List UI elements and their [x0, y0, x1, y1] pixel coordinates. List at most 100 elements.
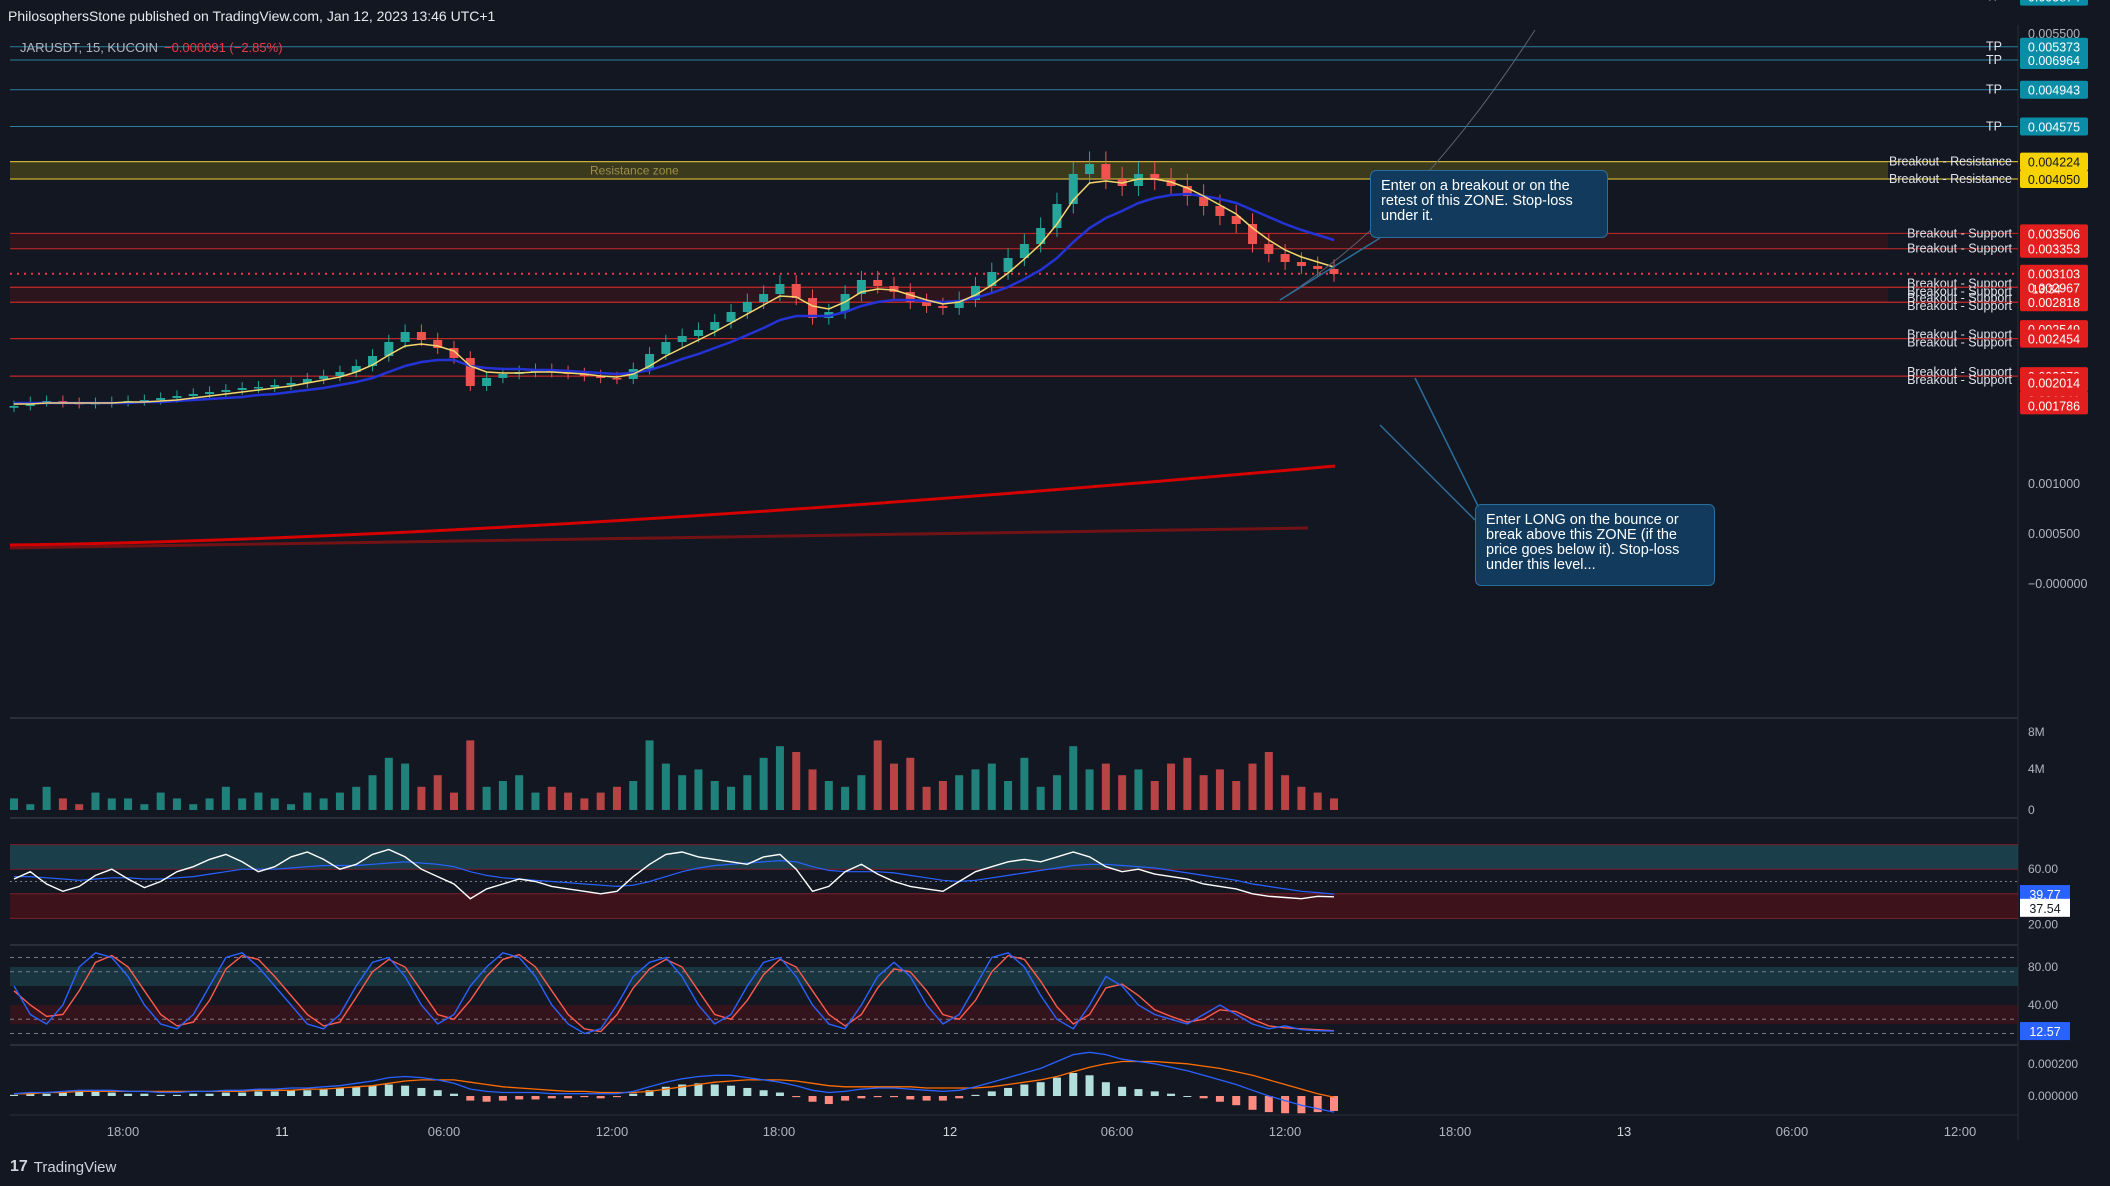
volume-tick-label: 8M — [2028, 725, 2045, 739]
volume-bar — [270, 798, 279, 810]
candle-body — [693, 330, 703, 336]
volume-bar — [515, 775, 524, 810]
volume-bar — [775, 746, 784, 810]
candle-body — [172, 396, 182, 398]
macd-histogram-bar — [91, 1091, 100, 1096]
macd-histogram-bar — [498, 1096, 507, 1101]
macd-histogram-bar — [319, 1089, 328, 1096]
volume-bar — [498, 781, 507, 810]
tradingview-logo[interactable]: 17 TradingView — [10, 1158, 116, 1176]
volume-bar — [1199, 775, 1208, 810]
volume-bar — [466, 740, 475, 810]
brand-name: TradingView — [33, 1158, 117, 1176]
support-zone-fill — [10, 287, 1888, 303]
macd-histogram-bar — [531, 1096, 540, 1100]
macd-histogram-bar — [1118, 1086, 1127, 1096]
macd-histogram-bar — [1036, 1082, 1045, 1096]
volume-bar — [1069, 746, 1078, 810]
symbol-info[interactable]: JARUSDT, 15, KUCOIN −0.000091 (−2.85%) — [20, 40, 283, 55]
macd-histogram-bar — [238, 1092, 247, 1096]
volume-bar — [743, 775, 752, 810]
macd-histogram-bar — [710, 1084, 719, 1096]
tp-price-text: 0.004943 — [2028, 84, 2080, 98]
volume-bar — [1052, 775, 1061, 810]
volume-bar — [938, 781, 947, 810]
stoch-tick-label: 40.00 — [2028, 998, 2058, 1012]
macd-histogram-bar — [955, 1096, 964, 1099]
volume-bar — [1183, 757, 1192, 810]
macd-histogram-bar — [1167, 1093, 1176, 1096]
volume-bar — [1264, 752, 1273, 810]
macd-histogram-bar — [1150, 1091, 1159, 1096]
volume-bar — [91, 792, 100, 810]
time-tick-label: 18:00 — [107, 1124, 140, 1139]
volume-bar — [238, 798, 247, 810]
macd-histogram-bar — [987, 1091, 996, 1096]
macd-histogram-bar — [1199, 1096, 1208, 1099]
volume-bar — [172, 798, 181, 810]
volume-bar — [1330, 798, 1338, 810]
volume-bar — [26, 804, 35, 810]
candle-body — [661, 342, 671, 354]
candle-body — [188, 394, 198, 396]
volume-bar — [727, 786, 736, 810]
candle-body — [987, 272, 997, 286]
volume-bar — [531, 792, 540, 810]
published-line: PhilosophersStone published on TradingVi… — [8, 8, 496, 24]
time-tick-label: 18:00 — [1439, 1124, 1472, 1139]
volume-bar — [906, 757, 915, 810]
candle-body — [156, 398, 166, 400]
long-entry-note[interactable]: Enter LONG on the bounce or break above … — [1475, 504, 1715, 586]
volume-bar — [482, 786, 491, 810]
volume-bar — [1085, 769, 1094, 810]
volume-bar — [417, 786, 426, 810]
candle-body — [237, 388, 247, 390]
macd-histogram-bar — [1020, 1084, 1029, 1096]
candle-body — [1101, 164, 1111, 179]
macd-histogram-bar — [1264, 1096, 1273, 1113]
candle-body — [205, 392, 215, 394]
volume-bar — [808, 769, 817, 810]
candle-body — [710, 322, 720, 330]
support-label: Breakout - Support — [1907, 373, 2012, 387]
time-tick-label: 13 — [1617, 1124, 1631, 1139]
stoch-lower-band — [10, 1005, 2018, 1024]
macd-tick-label: 0.000200 — [2028, 1057, 2078, 1071]
volume-bar — [140, 804, 149, 810]
volume-bar — [1297, 786, 1306, 810]
macd-histogram-bar — [270, 1091, 279, 1096]
time-tick-label: 06:00 — [428, 1124, 461, 1139]
chart-canvas[interactable]: USDT0.0065000.0060000.0055000.0010000.00… — [0, 0, 2110, 1186]
candle-body — [221, 390, 231, 392]
candle-body — [1296, 262, 1306, 266]
time-tick-label: 11 — [275, 1124, 289, 1139]
macd-histogram-bar — [303, 1090, 312, 1096]
volume-bar — [841, 786, 850, 810]
volume-bar — [922, 786, 931, 810]
time-tick-label: 12:00 — [1944, 1124, 1977, 1139]
macd-histogram-bar — [792, 1096, 801, 1098]
time-tick-label: 18:00 — [763, 1124, 796, 1139]
macd-histogram-bar — [156, 1094, 165, 1096]
macd-histogram-bar — [775, 1092, 784, 1096]
time-tick-label: 06:00 — [1776, 1124, 1809, 1139]
macd-histogram-bar — [824, 1096, 833, 1105]
macd-histogram-bar — [1085, 1075, 1094, 1096]
volume-bar — [1020, 757, 1029, 810]
volume-bar — [1313, 792, 1322, 810]
stoch-tick-label: 80.00 — [2028, 960, 2058, 974]
volume-bar — [254, 792, 263, 810]
volume-bar — [1150, 781, 1159, 810]
volume-bar — [694, 769, 703, 810]
breakout-note[interactable]: Enter on a breakout or on the retest of … — [1370, 170, 1608, 238]
volume-bar — [645, 740, 654, 810]
volume-tick-label: 0 — [2028, 803, 2035, 817]
tp-label: TP — [1986, 83, 2002, 97]
macd-histogram-bar — [612, 1096, 621, 1098]
macd-histogram-bar — [596, 1096, 605, 1099]
candle-body — [1085, 164, 1095, 174]
macd-histogram-bar — [1330, 1096, 1338, 1111]
support-price-text: 0.002014 — [2028, 377, 2080, 391]
volume-bar — [75, 804, 84, 810]
support-price-text: 0.001786 — [2028, 399, 2080, 413]
